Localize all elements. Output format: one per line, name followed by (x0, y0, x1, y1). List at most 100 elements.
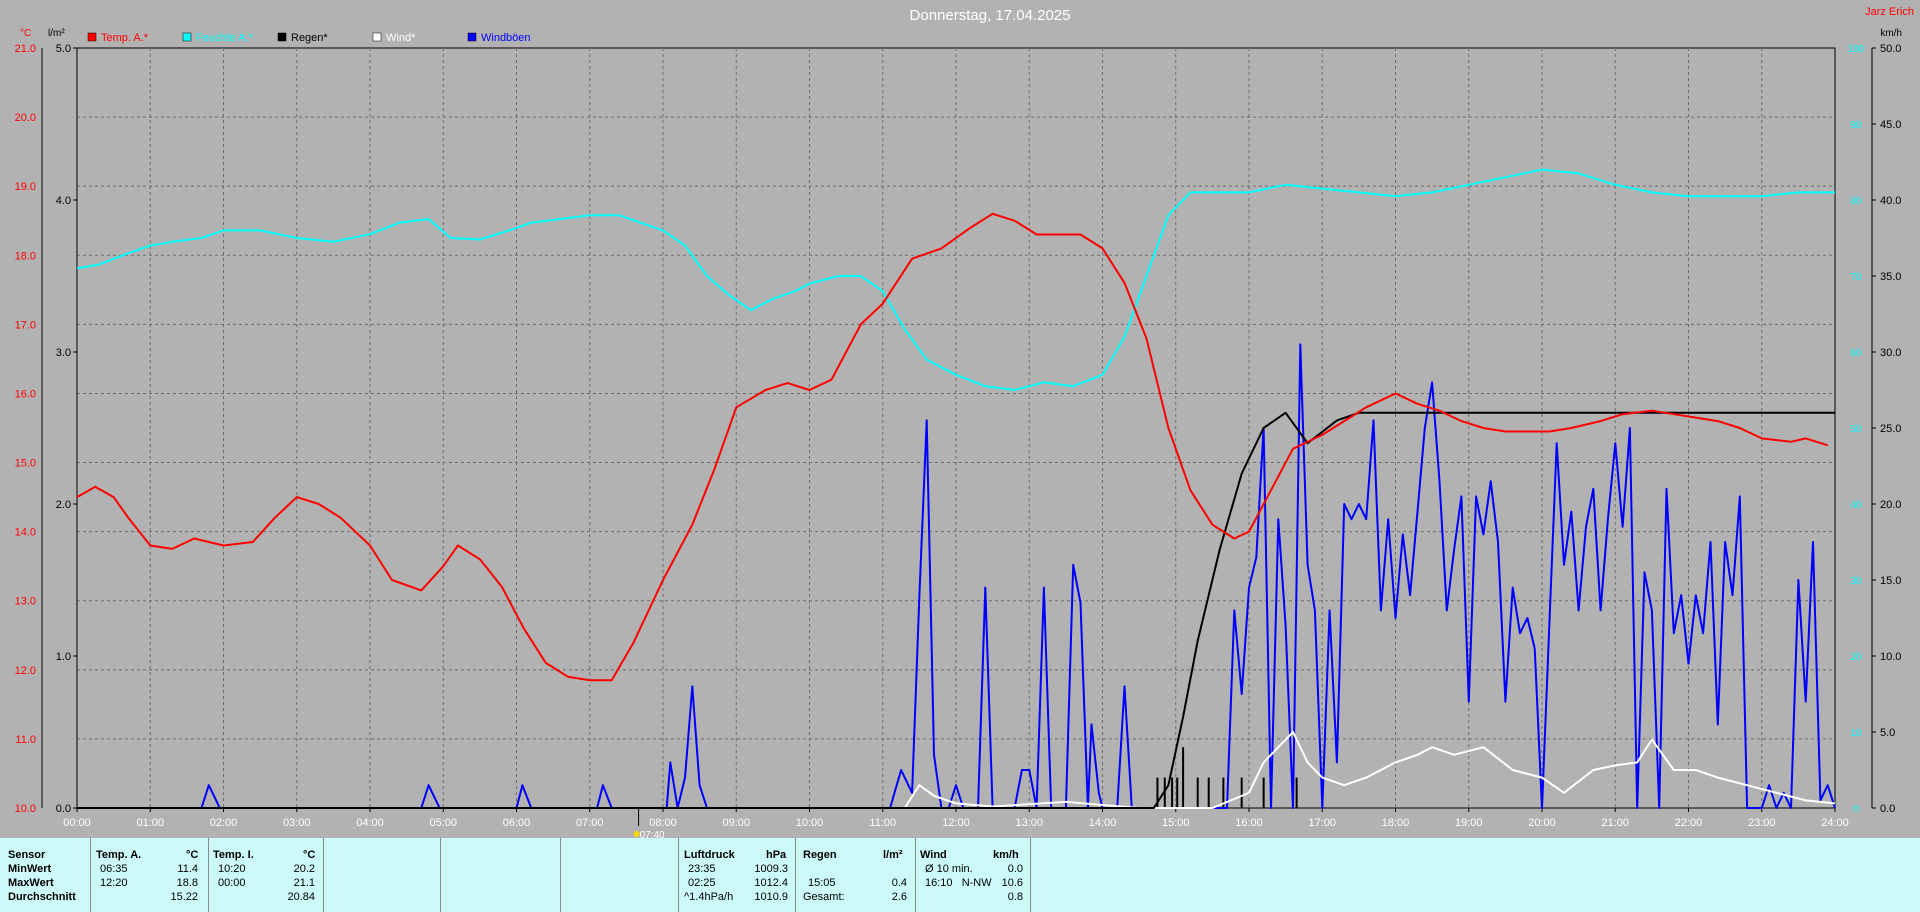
wind-max-time: 16:10 N-NW (925, 877, 992, 889)
legend-swatch (467, 32, 477, 42)
legend-swatch (87, 32, 97, 42)
wind-unit: km/h (993, 849, 1019, 861)
temp-i-unit: °C (303, 849, 316, 861)
wind-avg-label: Ø 10 min. (925, 863, 973, 875)
temp-tick-label: 20.0 (15, 112, 36, 124)
humidity-tick-label: 80 (1850, 196, 1862, 207)
temp-i-max-time: 00:00 (218, 877, 246, 889)
sensor-header: Sensor (8, 849, 46, 861)
x-tick-label: 19:00 (1455, 817, 1483, 829)
x-tick-label: 00:00 (63, 817, 91, 829)
humidity-tick-label: 10 (1850, 728, 1862, 739)
temp-tick-label: 15.0 (15, 458, 36, 470)
temp-a-max-time: 12:20 (100, 877, 128, 889)
divider (90, 838, 91, 912)
temp-i-min-time: 10:20 (218, 863, 246, 875)
humidity-tick-label: 50 (1850, 424, 1862, 435)
divider (560, 838, 561, 912)
wind-max-value: 10.6 (1001, 877, 1023, 889)
temp-tick-label: 21.0 (15, 43, 36, 55)
temp-a-header: Temp. A. (96, 849, 142, 861)
x-tick-label: 20:00 (1528, 817, 1556, 829)
legend-swatch (182, 32, 192, 42)
temp-a-unit: °C (186, 849, 199, 861)
temp-tick-label: 14.0 (15, 527, 36, 539)
rain-total-value: 2.6 (891, 891, 907, 903)
temp-i-header: Temp. I. (213, 849, 254, 861)
pressure-max-time: 02:25 (688, 877, 716, 889)
divider (915, 838, 916, 912)
wind-tick-label: 35.0 (1880, 271, 1901, 283)
legend-swatch (372, 32, 382, 42)
wind-tick-label: 15.0 (1880, 575, 1901, 587)
temp-i-avg-value: 20.84 (287, 891, 315, 903)
humidity-tick-label: 90 (1850, 120, 1862, 131)
temp-i-min-value: 20.2 (293, 863, 315, 875)
x-tick-label: 09:00 (722, 817, 750, 829)
pressure-header: Luftdruck (684, 849, 735, 861)
row-label-max: MaxWert (8, 877, 54, 889)
x-tick-label: 17:00 (1308, 817, 1336, 829)
wind-tick-label: 0.0 (1880, 803, 1895, 815)
humidity-tick-label: 40 (1850, 500, 1862, 511)
wind-avg-value: 0.0 (1007, 863, 1023, 875)
temp-a-min-value: 11.4 (177, 863, 198, 875)
temp-a-avg-value: 15.22 (170, 891, 198, 903)
divider (1030, 838, 1031, 912)
x-tick-label: 13:00 (1015, 817, 1043, 829)
pressure-trend: ^1.4hPa/h (684, 891, 734, 903)
x-tick-label: 11:00 (869, 817, 896, 829)
temp-a-min-time: 06:35 (100, 863, 128, 875)
wind-tick-label: 25.0 (1880, 423, 1901, 435)
divider (323, 838, 324, 912)
wind-tick-label: 10.0 (1880, 651, 1901, 663)
x-tick-label: 07:00 (576, 817, 604, 829)
divider (440, 838, 441, 912)
weather-chart: Donnerstag, 17.04.2025 Jarz Erich °C l/m… (0, 0, 1920, 838)
row-label-avg: Durchschnitt (8, 891, 76, 903)
temp-tick-label: 13.0 (15, 596, 36, 608)
divider (208, 838, 209, 912)
temp-tick-label: 11.0 (15, 734, 36, 746)
humidity-tick-label: 0 (1853, 804, 1859, 815)
rain-tick-label: 0.0 (56, 803, 71, 815)
rain-tick-label: 4.0 (56, 195, 71, 207)
rain-unit-label: l/m² (48, 28, 65, 39)
wind-mean-value: 0.8 (1007, 891, 1023, 903)
humidity-tick-label: 70 (1850, 272, 1862, 283)
x-tick-label: 24:00 (1821, 817, 1849, 829)
humidity-tick-label: 100 (1848, 44, 1865, 55)
wind-tick-label: 5.0 (1880, 727, 1895, 739)
rain-unit: l/m² (883, 849, 903, 861)
pressure-max-value: 1012.4 (754, 877, 788, 889)
x-tick-label: 23:00 (1748, 817, 1776, 829)
wind-header: Wind (920, 849, 947, 861)
chart-title: Donnerstag, 17.04.2025 (910, 7, 1071, 24)
temp-tick-label: 19.0 (15, 181, 36, 193)
pressure-min-time: 23:35 (688, 863, 716, 875)
legend-label: Regen* (291, 32, 328, 44)
stats-panel: Sensor MinWert MaxWert Durchschnitt Temp… (0, 838, 1920, 912)
rain-tick-label: 5.0 (56, 43, 71, 55)
legend-label: Windböen (481, 32, 531, 44)
wind-tick-label: 20.0 (1880, 499, 1901, 511)
x-tick-label: 10:00 (796, 817, 824, 829)
temp-tick-label: 10.0 (15, 803, 36, 815)
x-tick-label: 12:00 (942, 817, 970, 829)
rain-total-label: Gesamt: (803, 891, 845, 903)
humidity-tick-label: 30 (1850, 576, 1862, 587)
humidity-tick-label: 20 (1850, 652, 1862, 663)
row-label-min: MinWert (8, 863, 52, 875)
x-tick-label: 08:00 (649, 817, 677, 829)
x-tick-label: 22:00 (1675, 817, 1703, 829)
station-name: Jarz Erich (1865, 6, 1914, 18)
wind-tick-label: 50.0 (1880, 43, 1901, 55)
temp-tick-label: 12.0 (15, 665, 36, 677)
humidity-tick-label: 60 (1850, 348, 1862, 359)
temp-a-max-value: 18.8 (176, 877, 198, 889)
x-tick-label: 01:00 (136, 817, 164, 829)
temp-tick-label: 17.0 (15, 319, 36, 331)
x-tick-label: 18:00 (1382, 817, 1410, 829)
x-tick-label: 15:00 (1162, 817, 1190, 829)
x-tick-label: 04:00 (356, 817, 384, 829)
